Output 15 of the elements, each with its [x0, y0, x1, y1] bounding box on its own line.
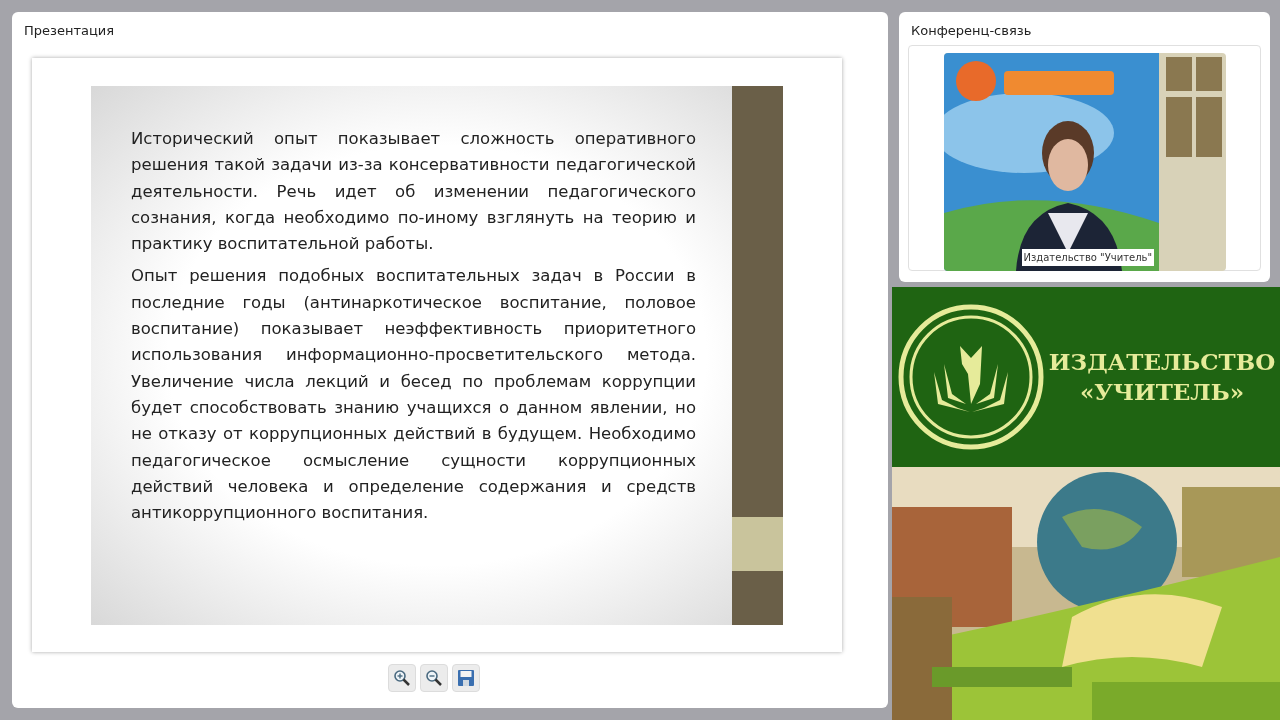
side-bar-accent	[732, 517, 783, 571]
zoom-in-button[interactable]	[388, 664, 416, 692]
slide-paragraph: Исторический опыт показывает сложность оперативного решения такой задачи из-за консервативности педагогической деятельности. Речь идет об изменении педагогического сознания, когда необходимо по-иному взглянуть на теорию и практику воспитательной работы.	[131, 128, 696, 256]
slide-paragraph: Опыт решения подобных воспитательных задач в России в последние годы (антинаркотическое воспитание, половое воспитание) показывает неэффективность приоритетного использования информационно-просветительского метода. Увеличение числа лекций и бесед по проблемам коррупции будет способствовать знанию учащихся о данном явлении, но не отказу от коррупционных действий в будущем. Необходимо педагогическое осмысление сущности коррупционных действий человека и определение содержания и средств антикоррупционного воспитания.	[131, 265, 696, 525]
zoom-out-icon	[425, 669, 443, 687]
zoom-in-icon	[393, 669, 411, 687]
panel-title: Конференц-связь	[910, 22, 1033, 40]
publisher-logo-icon	[898, 304, 1044, 450]
save-button[interactable]	[452, 664, 480, 692]
publisher-name: «УЧИТЕЛЬ»	[1079, 377, 1245, 407]
video-caption: Издательство "Учитель"	[1021, 249, 1155, 266]
panel-title: Презентация	[23, 22, 116, 40]
save-icon	[457, 669, 475, 687]
zoom-out-button[interactable]	[420, 664, 448, 692]
publisher-name: ИЗДАТЕЛЬСТВО	[1048, 347, 1276, 377]
